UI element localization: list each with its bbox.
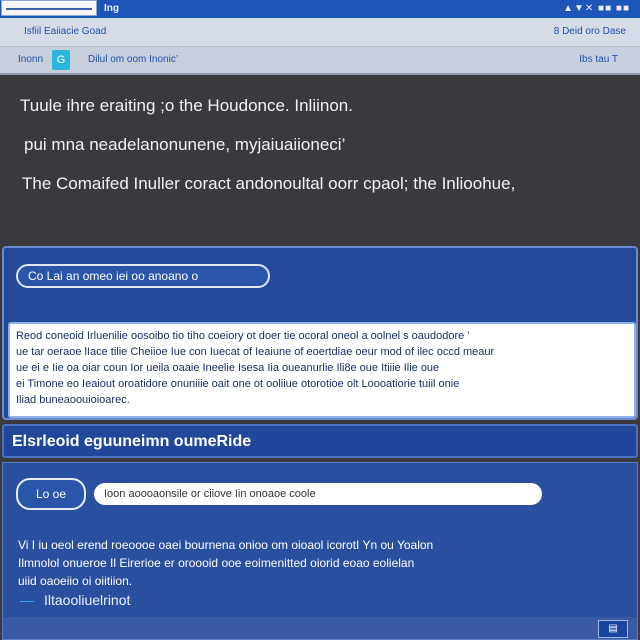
- bottom-strip: [3, 617, 637, 639]
- window-thumbnail[interactable]: [1, 0, 97, 16]
- content-link[interactable]: — Iltaooliuelrinot: [20, 592, 130, 608]
- corner-menu-button[interactable]: ▤: [598, 620, 628, 638]
- info-line: ue ei e Iie oa oiar coun Ior ueila oaaie…: [16, 362, 440, 374]
- toolbar-secondary: Inonn G Dilul om oom Inonic’ Ibs tau T: [0, 47, 640, 75]
- info-line: ue tar oeraoe lIace tilie Cheiioe Iue co…: [16, 346, 495, 358]
- content-link-label: Iltaooliuelrinot: [44, 592, 131, 608]
- info-line: Iliad buneaoouioioarec.: [16, 394, 130, 406]
- info-message-box: Reod coneoid Irluenilie oosoibo tio tiho…: [8, 322, 636, 418]
- intro-line-3: The Comaifed Inuller coract andonoultal …: [22, 174, 516, 193]
- section-title: Elsrleoid eguuneimn oumeRide: [12, 433, 252, 450]
- toolbar-primary-right-link[interactable]: 8 Deid oro Dase: [554, 26, 626, 37]
- dash-icon: —: [20, 592, 34, 608]
- toolbar-secondary-left-link[interactable]: Inonn: [18, 54, 43, 65]
- filter-pill-button[interactable]: Lo oe: [16, 478, 86, 510]
- intro-line-2: pui mna neadelanonunene, myjaiuaiioneci’: [24, 135, 346, 154]
- section-header: Elsrleoid eguuneimn oumeRide: [2, 424, 638, 458]
- title-bar: Ing ▲▼✕ ■■ ■■: [0, 0, 640, 18]
- panel-pill-button[interactable]: Co Lai an omeo iei oo anoano o: [16, 264, 270, 288]
- window-controls[interactable]: ▲▼✕ ■■ ■■: [563, 3, 630, 14]
- content-paragraph: Vi I iu oeol erend roeoooe oaei bournena…: [18, 536, 433, 590]
- toolbar-secondary-right-link[interactable]: Ibs tau T: [579, 54, 618, 65]
- paragraph-line: uiid oaoeiio oi oiitiion.: [18, 574, 133, 588]
- paragraph-line: Vi I iu oeol erend roeoooe oaei bournena…: [18, 538, 434, 552]
- app-icon[interactable]: G: [52, 50, 70, 70]
- info-line: ei Timone eo Ieaiout oroatidore onuniiie…: [16, 378, 460, 390]
- intro-line-1: Tuule ihre eraiting ;o the Houdonce. Inl…: [20, 96, 353, 115]
- info-line: Reod coneoid Irluenilie oosoibo tio tiho…: [16, 330, 470, 342]
- thumbnail-line: [6, 8, 92, 10]
- paragraph-line: Ilmnolol onueroe Il Eirerioe er oroooid …: [18, 556, 415, 570]
- app-label: Ing: [104, 3, 119, 14]
- toolbar-primary-left-link[interactable]: Isfiil Eaiiacie Goad: [24, 26, 106, 37]
- toolbar-primary: Isfiil Eaiiacie Goad 8 Deid oro Dase: [0, 18, 640, 47]
- breadcrumb[interactable]: Dilul om oom Inonic’: [88, 54, 178, 65]
- search-input[interactable]: [94, 483, 542, 505]
